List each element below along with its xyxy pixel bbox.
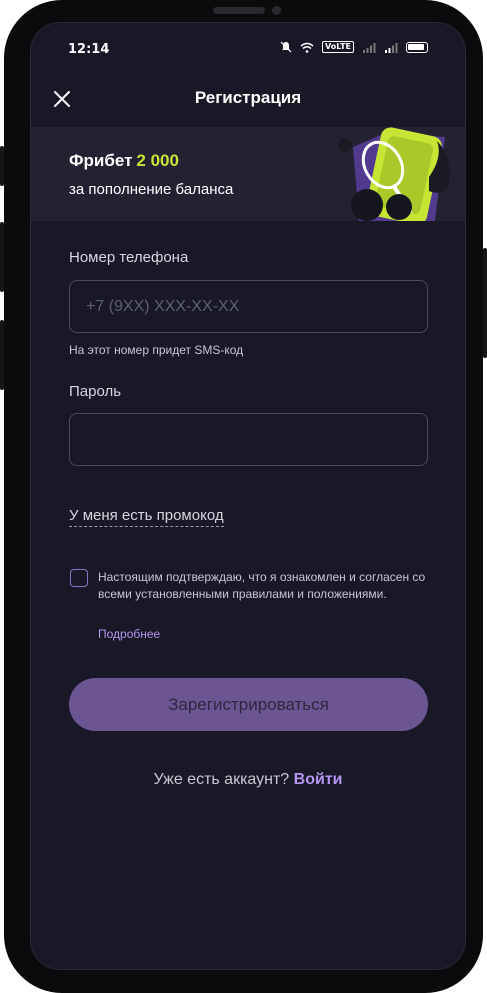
freebet-label: Фрибет	[69, 151, 133, 170]
side-button-left-3	[0, 320, 4, 390]
login-prompt: Уже есть аккаунт?	[153, 771, 290, 788]
password-input[interactable]	[69, 413, 428, 466]
agreement-checkbox[interactable]	[70, 569, 88, 587]
phone-frame: 12:14 VoLTE Регистрация Фрибет 2 000 за …	[4, 0, 483, 993]
signal-icon-2	[385, 42, 398, 53]
status-bar: 12:14 VoLTE	[31, 23, 465, 75]
speaker-grille	[213, 7, 265, 14]
freebet-amount: 2 000	[136, 151, 179, 170]
phone-hint: На этот номер придет SMS-код	[69, 343, 244, 357]
password-label: Пароль	[69, 383, 122, 400]
front-camera	[272, 6, 281, 15]
agreement-text: Настоящим подтверждаю, что я ознакомлен …	[98, 570, 426, 601]
side-button-left-2	[0, 222, 4, 292]
bell-muted-icon	[280, 41, 292, 53]
app-screen: 12:14 VoLTE Регистрация Фрибет 2 000 за …	[30, 22, 466, 970]
side-button-left-1	[0, 146, 4, 186]
volte-badge: VoLTE	[322, 41, 354, 53]
status-icons: VoLTE	[280, 41, 428, 53]
phone-input[interactable]	[69, 280, 428, 333]
phone-label: Номер телефона	[69, 249, 189, 266]
signal-icon	[363, 42, 376, 53]
side-button-right	[483, 248, 487, 358]
login-link[interactable]: Войти	[294, 771, 343, 788]
status-time: 12:14	[68, 42, 110, 57]
register-button[interactable]: Зарегистрироваться	[69, 678, 428, 731]
banner-headline: Фрибет 2 000	[69, 151, 179, 171]
battery-icon	[406, 41, 428, 53]
app-header: Регистрация	[31, 75, 465, 125]
banner-subtitle: за пополнение баланса	[69, 181, 234, 198]
sports-illustration-icon	[338, 127, 450, 221]
wifi-icon	[300, 42, 314, 53]
more-details-link[interactable]: Подробнее	[98, 627, 160, 641]
login-row: Уже есть аккаунт? Войти	[31, 771, 465, 789]
freebet-banner[interactable]: Фрибет 2 000 за пополнение баланса	[31, 127, 465, 221]
promo-code-link[interactable]: У меня есть промокод	[69, 507, 224, 527]
page-title: Регистрация	[194, 88, 302, 107]
